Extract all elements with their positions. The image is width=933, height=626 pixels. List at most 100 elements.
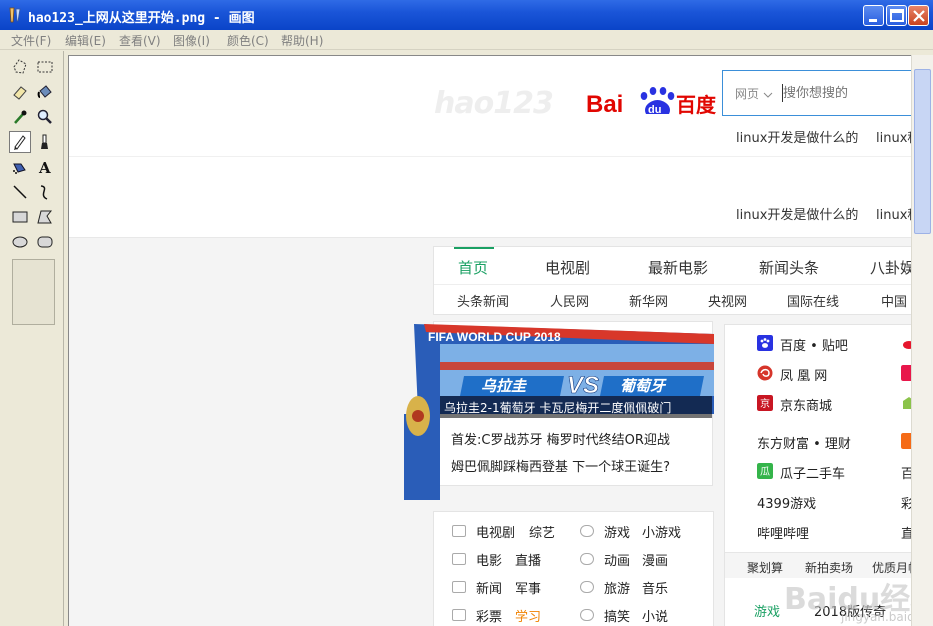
category-link[interactable]: 电影	[476, 550, 502, 569]
category-link[interactable]: 小游戏	[642, 522, 681, 541]
tv-icon	[452, 525, 466, 537]
polygon-tool[interactable]	[34, 206, 56, 228]
strip-link[interactable]: 聚划算	[747, 559, 783, 576]
airbrush-icon	[13, 163, 26, 174]
menu-image[interactable]: 图像(I)	[173, 32, 210, 49]
magnifier-tool[interactable]	[34, 106, 56, 128]
eraser-icon	[13, 86, 27, 100]
menu-file[interactable]: 文件(F)	[11, 32, 51, 49]
tool-options-box[interactable]	[12, 259, 55, 325]
weibo-icon	[903, 341, 911, 349]
category-link[interactable]: 军事	[515, 578, 541, 597]
category-link[interactable]: 搞笑	[604, 606, 630, 625]
site-link[interactable]: 4399游戏	[757, 493, 816, 512]
rect-select-tool[interactable]	[34, 56, 56, 78]
menu-view[interactable]: 查看(V)	[119, 32, 161, 49]
window-title: hao123_上网从这里开始.png - 画图	[28, 11, 255, 26]
line-tool[interactable]	[9, 181, 31, 203]
baidu-logo: Bai du 百度	[586, 87, 717, 118]
tab-home[interactable]: 首页	[458, 257, 488, 278]
site-link[interactable]: 直	[901, 523, 911, 542]
site-link[interactable]: 东方财富 • 理财	[757, 433, 851, 452]
tmall-icon	[901, 365, 911, 381]
search-box: 网页	[722, 70, 911, 116]
free-select-tool[interactable]	[9, 56, 31, 78]
hao123-header: hao123 Bai du 百度 网页 linux开发是做什么的 linux程	[69, 56, 911, 156]
category-link[interactable]: 小说	[642, 606, 668, 625]
svg-text:Bai: Bai	[586, 91, 623, 118]
site-link[interactable]: 百度 • 贴吧	[780, 335, 848, 354]
search-input[interactable]	[783, 81, 911, 105]
sub-link[interactable]: 中国	[881, 291, 907, 310]
category-link[interactable]: 游戏	[604, 522, 630, 541]
text-icon: A	[38, 159, 51, 176]
category-link[interactable]: 综艺	[529, 522, 555, 541]
rounded-rect-icon	[37, 236, 53, 248]
airbrush-tool[interactable]	[9, 156, 31, 178]
menu-bar: 文件(F) 编辑(E) 查看(V) 图像(I) 颜色(C) 帮助(H)	[0, 30, 933, 50]
minimize-button[interactable]	[863, 5, 884, 26]
svg-text:A: A	[38, 159, 51, 176]
tab-gossip[interactable]: 八卦娱	[870, 257, 911, 278]
menu-help[interactable]: 帮助(H)	[281, 32, 323, 49]
vertical-scrollbar[interactable]	[911, 55, 933, 626]
title-bar[interactable]: hao123_上网从这里开始.png - 画图	[0, 0, 933, 30]
category-link[interactable]: 旅游	[604, 578, 630, 597]
maximize-button[interactable]	[886, 5, 907, 26]
category-link[interactable]: 新闻	[476, 578, 502, 597]
site-link[interactable]: 凤 凰 网	[780, 365, 827, 384]
category-link[interactable]: 学习	[515, 606, 541, 625]
site-link[interactable]: 哔哩哔哩	[757, 523, 809, 542]
banner-caption[interactable]: 乌拉圭2-1葡萄牙 卡瓦尼梅开二度佩佩破门	[440, 396, 712, 418]
sub-link[interactable]: 央视网	[708, 291, 747, 310]
news-headline[interactable]: 首发:C罗战苏牙 梅罗时代终结OR迎战	[451, 429, 670, 448]
site-link[interactable]: 百	[901, 463, 911, 482]
game-link[interactable]: 游戏	[754, 601, 780, 620]
hotword-link[interactable]: linux程	[876, 127, 911, 146]
category-link[interactable]: 彩票	[476, 606, 502, 625]
category-link[interactable]: 漫画	[642, 550, 668, 569]
color-picker-tool[interactable]	[9, 106, 31, 128]
sub-link[interactable]: 人民网	[550, 291, 589, 310]
hotword-link[interactable]: linux开发是做什么的	[736, 204, 858, 223]
curve-tool[interactable]	[34, 181, 56, 203]
svg-text:瓜: 瓜	[760, 466, 770, 478]
search-category[interactable]: 网页	[735, 85, 773, 102]
rectangle-tool[interactable]	[9, 206, 31, 228]
rounded-rect-tool[interactable]	[34, 231, 56, 253]
category-link[interactable]: 音乐	[642, 578, 668, 597]
tab-news[interactable]: 新闻头条	[759, 257, 819, 278]
tab-tv[interactable]: 电视剧	[545, 257, 590, 278]
fill-tool[interactable]	[34, 81, 56, 103]
pencil-tool[interactable]	[9, 131, 31, 153]
sub-link[interactable]: 头条新闻	[457, 291, 509, 310]
news-headline[interactable]: 姆巴佩脚踩梅西登基 下一个球王诞生?	[451, 456, 670, 475]
site-link[interactable]: 瓜子二手车	[780, 463, 845, 482]
film-icon	[452, 553, 466, 565]
sub-link[interactable]: 国际在线	[787, 291, 839, 310]
ellipse-tool[interactable]	[9, 231, 31, 253]
site-link[interactable]: 彩	[901, 493, 911, 512]
hotword-link[interactable]: linux程	[876, 204, 911, 223]
hotword-link[interactable]: linux开发是做什么的	[736, 127, 858, 146]
phoenix-icon	[757, 365, 773, 381]
eraser-tool[interactable]	[9, 81, 31, 103]
text-tool[interactable]: A	[34, 156, 56, 178]
svg-text:百度: 百度	[676, 93, 717, 117]
category-link[interactable]: 动画	[604, 550, 630, 569]
site-link[interactable]: 京东商城	[780, 395, 832, 414]
sub-link[interactable]: 新华网	[629, 291, 668, 310]
tab-movies[interactable]: 最新电影	[648, 257, 708, 278]
scrollbar-thumb[interactable]	[914, 69, 931, 234]
image-canvas[interactable]: hao123 Bai du 百度 网页 linux开发是做什么的 linux程 …	[68, 55, 911, 626]
close-icon	[913, 10, 925, 22]
brush-tool[interactable]	[34, 131, 56, 153]
ellipse-icon	[12, 236, 28, 248]
menu-color[interactable]: 颜色(C)	[227, 32, 269, 49]
fill-icon	[37, 85, 52, 98]
category-link[interactable]: 直播	[515, 550, 541, 569]
category-link[interactable]: 电视剧	[476, 522, 515, 541]
close-button[interactable]	[908, 5, 929, 26]
paint-icon	[9, 7, 21, 23]
menu-edit[interactable]: 编辑(E)	[65, 32, 106, 49]
